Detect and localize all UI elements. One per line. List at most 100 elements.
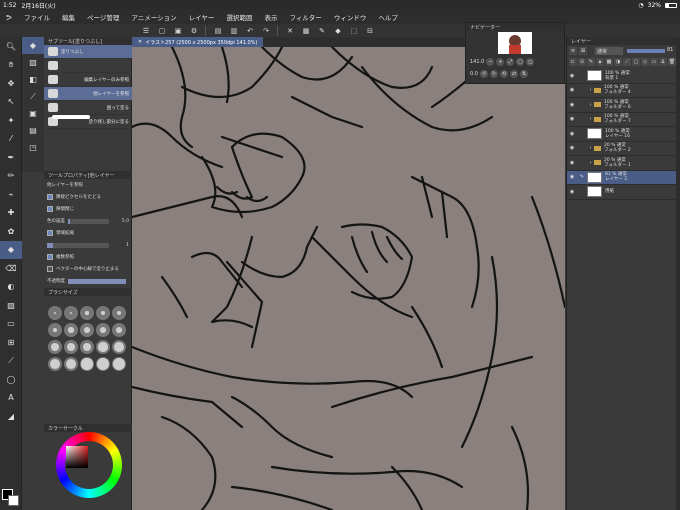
reset-rotation-icon[interactable]: ⟲	[499, 70, 508, 78]
brush-size-preset[interactable]	[64, 306, 78, 320]
rotate-left-icon[interactable]: ↺	[479, 70, 488, 78]
brush-icon[interactable]: ⌁	[0, 185, 22, 204]
hand-icon[interactable]: ✋︎	[0, 56, 22, 75]
save-icon[interactable]: ▤	[210, 24, 226, 37]
saturation-value-square[interactable]	[66, 446, 88, 468]
shape-group-icon[interactable]: ◳	[22, 139, 44, 156]
toolprop-row[interactable]: ベクターの中心線で塗り止まる	[44, 263, 132, 275]
toolprop-row[interactable]: 隙間閉じ	[44, 203, 132, 215]
menu-layer[interactable]: レイヤー	[183, 12, 221, 22]
fill-icon[interactable]: ▦	[298, 24, 314, 37]
subtool-item[interactable]: 他レイヤーを参照	[44, 87, 132, 101]
layer-row[interactable]: ◉ › 100 % 通常 フォルダー 6	[567, 98, 680, 113]
toolprop-row[interactable]: 隣接ピクセルをたどる	[44, 191, 132, 203]
app-logo-icon[interactable]: ᕗ	[0, 13, 18, 22]
toolprop-row[interactable]: 1	[44, 239, 132, 251]
airbrush-icon[interactable]: ✚	[0, 204, 22, 223]
new-folder-icon[interactable]: ▭	[650, 58, 658, 66]
edit-pencil-icon[interactable]: ✎	[577, 174, 587, 180]
gradient-icon[interactable]: ▧	[0, 296, 22, 315]
brush-size-preset[interactable]	[96, 357, 110, 371]
redo-icon[interactable]: ↷	[258, 24, 274, 37]
brush-size-preset[interactable]	[96, 340, 110, 354]
close-icon[interactable]: ✕	[138, 39, 142, 45]
visibility-eye-icon[interactable]: ◉	[567, 174, 577, 180]
brush-size-preset[interactable]	[64, 340, 78, 354]
clear-icon[interactable]: ✕	[282, 24, 298, 37]
merge-icon[interactable]: ⇊	[659, 58, 667, 66]
layer-row[interactable]: ◉ › 20 % 通常 フォルダー 2	[567, 142, 680, 156]
slider[interactable]	[47, 242, 109, 248]
menu-edit[interactable]: 編集	[56, 12, 81, 22]
reference-icon[interactable]: ⊙	[578, 58, 586, 66]
navigator-thumbnail[interactable]	[498, 32, 532, 54]
brush-size-preset[interactable]	[64, 357, 78, 371]
bucket-icon[interactable]: ◆	[330, 24, 346, 37]
brush-size-preset[interactable]	[112, 357, 126, 371]
brush-size-preset[interactable]	[96, 323, 110, 337]
new-raster-icon[interactable]: ▢	[632, 58, 640, 66]
pencil-icon[interactable]: ✏	[0, 167, 22, 186]
subtool-item[interactable]	[44, 59, 132, 73]
layer-property-icon[interactable]: ⊞	[579, 47, 587, 55]
folder-toggle-icon[interactable]: ›	[587, 160, 594, 166]
visibility-eye-icon[interactable]: ◉	[567, 102, 577, 108]
move-icon[interactable]: ✥	[0, 74, 22, 93]
folder-toggle-icon[interactable]: ›	[587, 145, 594, 151]
brush-size-preset[interactable]	[48, 340, 62, 354]
export-icon[interactable]: ▥	[226, 24, 242, 37]
brush-size-preset[interactable]	[96, 306, 110, 320]
ruler-group-icon[interactable]: ⟋	[22, 88, 44, 105]
ruler-icon[interactable]: ⟋	[0, 352, 22, 371]
blend-icon[interactable]: ◐	[0, 278, 22, 297]
menu-filter[interactable]: フィルター	[283, 12, 327, 22]
layer-menu-icon[interactable]: ≡	[569, 47, 577, 55]
layer-row[interactable]: ◉ › 100 % 通常 フォルダー 4	[567, 84, 680, 98]
menu-help[interactable]: ヘルプ	[372, 12, 404, 22]
visibility-eye-icon[interactable]: ◉	[567, 160, 577, 166]
checkbox[interactable]	[47, 254, 53, 260]
zoom-value[interactable]: 141.0	[470, 59, 484, 65]
eyedropper-icon[interactable]: ⁄	[0, 130, 22, 149]
correction-icon[interactable]: ◢	[0, 407, 22, 426]
fill-tool-icon[interactable]: ◆	[0, 240, 22, 259]
toolprop-row[interactable]: 領域拡縮	[44, 227, 132, 239]
opacity-slider[interactable]	[627, 49, 665, 53]
brush-size-preset[interactable]	[112, 306, 126, 320]
hamburger-icon[interactable]: ☰	[138, 24, 154, 37]
flip-horizontal-icon[interactable]: ⇄	[509, 70, 518, 78]
operation-icon[interactable]: ↖	[0, 93, 22, 112]
checkbox[interactable]	[47, 194, 53, 200]
folder-toggle-icon[interactable]: ›	[587, 116, 594, 122]
menu-window[interactable]: ウィンドウ	[328, 12, 373, 22]
eraser-icon[interactable]: ⌫	[0, 259, 22, 278]
menu-page[interactable]: ページ管理	[81, 12, 125, 22]
brush-size-preset[interactable]	[48, 306, 62, 320]
brush-size-preset[interactable]	[80, 357, 94, 371]
toolprop-row[interactable]: 複数参照	[44, 251, 132, 263]
flip-vertical-icon[interactable]: ⇅	[519, 70, 528, 78]
blend-mode-select[interactable]: 通常	[595, 47, 623, 55]
settings-icon[interactable]: ⚙	[186, 24, 202, 37]
brush-size-preset[interactable]	[80, 323, 94, 337]
brush-size-preset[interactable]	[48, 357, 62, 371]
fit-icon[interactable]: ⤢	[506, 58, 515, 66]
menu-file[interactable]: ファイル	[18, 12, 56, 22]
brush-size-preset[interactable]	[80, 340, 94, 354]
layer-group-icon[interactable]: ◧	[22, 71, 44, 88]
new-file-icon[interactable]: ▢	[154, 24, 170, 37]
fit-window-icon[interactable]: ◻	[526, 58, 535, 66]
folder-toggle-icon[interactable]: ›	[587, 87, 594, 93]
toolprop-row[interactable]: 色の誤差 5.0	[44, 215, 132, 227]
menu-view[interactable]: 表示	[258, 12, 283, 22]
checkbox[interactable]	[47, 230, 53, 236]
toolprop-row[interactable]: 不透明度	[44, 275, 132, 287]
brush-size-preset[interactable]	[112, 340, 126, 354]
drawing-canvas[interactable]	[132, 47, 565, 510]
decoration-icon[interactable]: ✿	[0, 222, 22, 241]
visibility-eye-icon[interactable]: ◉	[567, 73, 577, 79]
checkbox[interactable]	[47, 206, 53, 212]
layer-row[interactable]: ◉ 100 % 通常 背景 1	[567, 69, 680, 84]
fill-group-icon[interactable]: ◆	[22, 37, 44, 54]
background-color-chip[interactable]	[8, 495, 19, 506]
